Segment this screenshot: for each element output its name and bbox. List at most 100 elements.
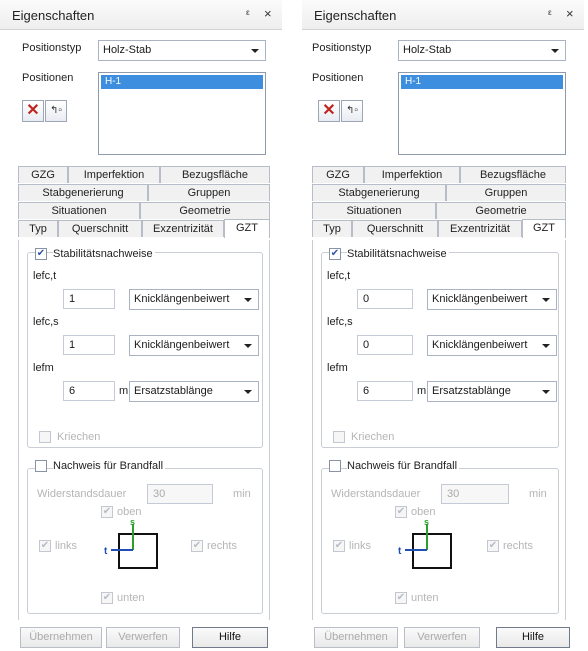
tab-gzt[interactable]: GZT (522, 219, 566, 238)
pin-icon[interactable]: ᵋ (548, 7, 552, 21)
chevron-down-icon (542, 390, 550, 394)
brandfall-label: Nachweis für Brandfall (347, 460, 460, 472)
brandfall-checkbox[interactable] (329, 460, 341, 472)
unten-label: unten (117, 592, 145, 604)
tab-exzentrizitaet[interactable]: Exzentrizität (142, 220, 224, 237)
kriechen-label: Kriechen (351, 431, 395, 443)
lefm-type-value: Ersatzstablänge (432, 385, 511, 397)
lefct-type-select[interactable]: Knicklängenbeiwert (427, 289, 557, 310)
tab-exzentrizitaet[interactable]: Exzentrizität (438, 220, 522, 237)
axis-s-label: s (130, 520, 135, 527)
unten-label: unten (411, 592, 439, 604)
lefct-input[interactable]: 1 (63, 289, 115, 309)
close-icon[interactable]: × (264, 6, 272, 21)
oben-checkbox[interactable]: ✔ (101, 506, 113, 518)
delete-icon[interactable]: ✕ (22, 100, 44, 122)
lefct-type-select[interactable]: Knicklängenbeiwert (129, 289, 259, 310)
lefct-label: lefc,t (327, 270, 351, 282)
rechts-label: rechts (207, 540, 237, 552)
stability-checkbox[interactable]: ✔ (329, 248, 341, 260)
links-label: links (55, 540, 78, 552)
chevron-down-icon (244, 344, 252, 348)
rechts-checkbox[interactable]: ✔ (191, 540, 203, 552)
apply-button[interactable]: Übernehmen (314, 627, 398, 648)
lefm-type-select[interactable]: Ersatzstablänge (129, 381, 259, 402)
tab-gruppen[interactable]: Gruppen (446, 184, 566, 201)
positionen-list[interactable]: H-1 (398, 72, 566, 155)
tab-imperfektion[interactable]: Imperfektion (68, 166, 160, 183)
tab-typ[interactable]: Typ (312, 220, 352, 237)
lefcs-input[interactable]: 0 (357, 335, 413, 355)
tab-typ[interactable]: Typ (18, 220, 58, 237)
positionstyp-select[interactable]: Holz-Stab (398, 40, 566, 61)
positionstyp-select[interactable]: Holz-Stab (98, 40, 266, 61)
lefcs-type-select[interactable]: Knicklängenbeiwert (129, 335, 259, 356)
apply-button[interactable]: Übernehmen (20, 627, 102, 648)
positionen-label: Positionen (22, 72, 74, 84)
lefm-type-value: Ersatzstablänge (134, 385, 213, 397)
lefcs-label: lefc,s (327, 316, 353, 328)
positionstyp-label: Positionstyp (312, 42, 372, 54)
help-button[interactable]: Hilfe (496, 627, 570, 648)
lefm-input[interactable]: 6 (357, 381, 413, 401)
chevron-down-icon (542, 298, 550, 302)
tab-imperfektion[interactable]: Imperfektion (364, 166, 460, 183)
widerstand-input[interactable]: 30 (147, 484, 213, 504)
list-item[interactable]: H-1 (101, 75, 263, 89)
help-button[interactable]: Hilfe (192, 627, 268, 648)
axis-t-label: t (104, 546, 108, 557)
oben-checkbox[interactable]: ✔ (395, 506, 407, 518)
tab-gzg[interactable]: GZG (18, 166, 68, 183)
tab-querschnitt[interactable]: Querschnitt (352, 220, 438, 237)
tab-gzt[interactable]: GZT (224, 219, 270, 238)
stability-label: Stabilitätsnachweise (53, 248, 155, 260)
brandfall-checkbox[interactable] (35, 460, 47, 472)
discard-button[interactable]: Verwerfen (404, 627, 480, 648)
widerstand-input[interactable]: 30 (441, 484, 509, 504)
pin-icon[interactable]: ᵋ (246, 7, 250, 21)
section-axes-icon: s t (398, 520, 452, 569)
discard-button[interactable]: Verwerfen (106, 627, 180, 648)
unten-checkbox[interactable]: ✔ (101, 592, 113, 604)
tab-gzg[interactable]: GZG (312, 166, 364, 183)
unten-checkbox[interactable]: ✔ (395, 592, 407, 604)
tab-situationen[interactable]: Situationen (18, 202, 140, 219)
lefcs-type-select[interactable]: Knicklängenbeiwert (427, 335, 557, 356)
tab-situationen[interactable]: Situationen (312, 202, 436, 219)
tab-stabgenerierung[interactable]: Stabgenerierung (312, 184, 446, 201)
edit-position-icon[interactable]: ↰▫ (45, 100, 67, 122)
lefcs-input[interactable]: 1 (63, 335, 115, 355)
rechts-checkbox[interactable]: ✔ (487, 540, 499, 552)
tab-stabgenerierung[interactable]: Stabgenerierung (18, 184, 148, 201)
oben-label: oben (411, 506, 436, 518)
chevron-down-icon (251, 49, 259, 53)
lefct-label: lefc,t (33, 270, 57, 282)
tab-geometrie[interactable]: Geometrie (436, 202, 566, 219)
lefct-input[interactable]: 0 (357, 289, 413, 309)
kriechen-checkbox[interactable] (39, 431, 51, 443)
widerstand-label: Widerstandsdauer (37, 488, 127, 500)
lefm-type-select[interactable]: Ersatzstablänge (427, 381, 557, 402)
close-icon[interactable]: × (566, 6, 574, 21)
list-item[interactable]: H-1 (401, 75, 563, 89)
brandfall-label: Nachweis für Brandfall (53, 460, 166, 472)
tab-geometrie[interactable]: Geometrie (140, 202, 270, 219)
links-checkbox[interactable]: ✔ (333, 540, 345, 552)
panel-titlebar: Eigenschaften ᵋ × (302, 0, 584, 30)
stability-checkbox[interactable]: ✔ (35, 248, 47, 260)
kriechen-checkbox[interactable] (333, 431, 345, 443)
tab-bezugsflaeche[interactable]: Bezugsfläche (460, 166, 566, 183)
positionstyp-label: Positionstyp (22, 42, 82, 54)
delete-icon[interactable]: ✕ (318, 100, 340, 122)
lefm-input[interactable]: 6 (63, 381, 115, 401)
links-label: links (349, 540, 372, 552)
lefcs-label: lefc,s (33, 316, 59, 328)
tab-content-gzt: ✔ Stabilitätsnachweise lefc,t 0 Knicklän… (312, 240, 566, 620)
lefm-unit: m (417, 385, 427, 397)
edit-position-icon[interactable]: ↰▫ (341, 100, 363, 122)
tab-querschnitt[interactable]: Querschnitt (58, 220, 142, 237)
tab-gruppen[interactable]: Gruppen (148, 184, 270, 201)
tab-bezugsflaeche[interactable]: Bezugsfläche (160, 166, 270, 183)
links-checkbox[interactable]: ✔ (39, 540, 51, 552)
positionen-list[interactable]: H-1 (98, 72, 266, 155)
